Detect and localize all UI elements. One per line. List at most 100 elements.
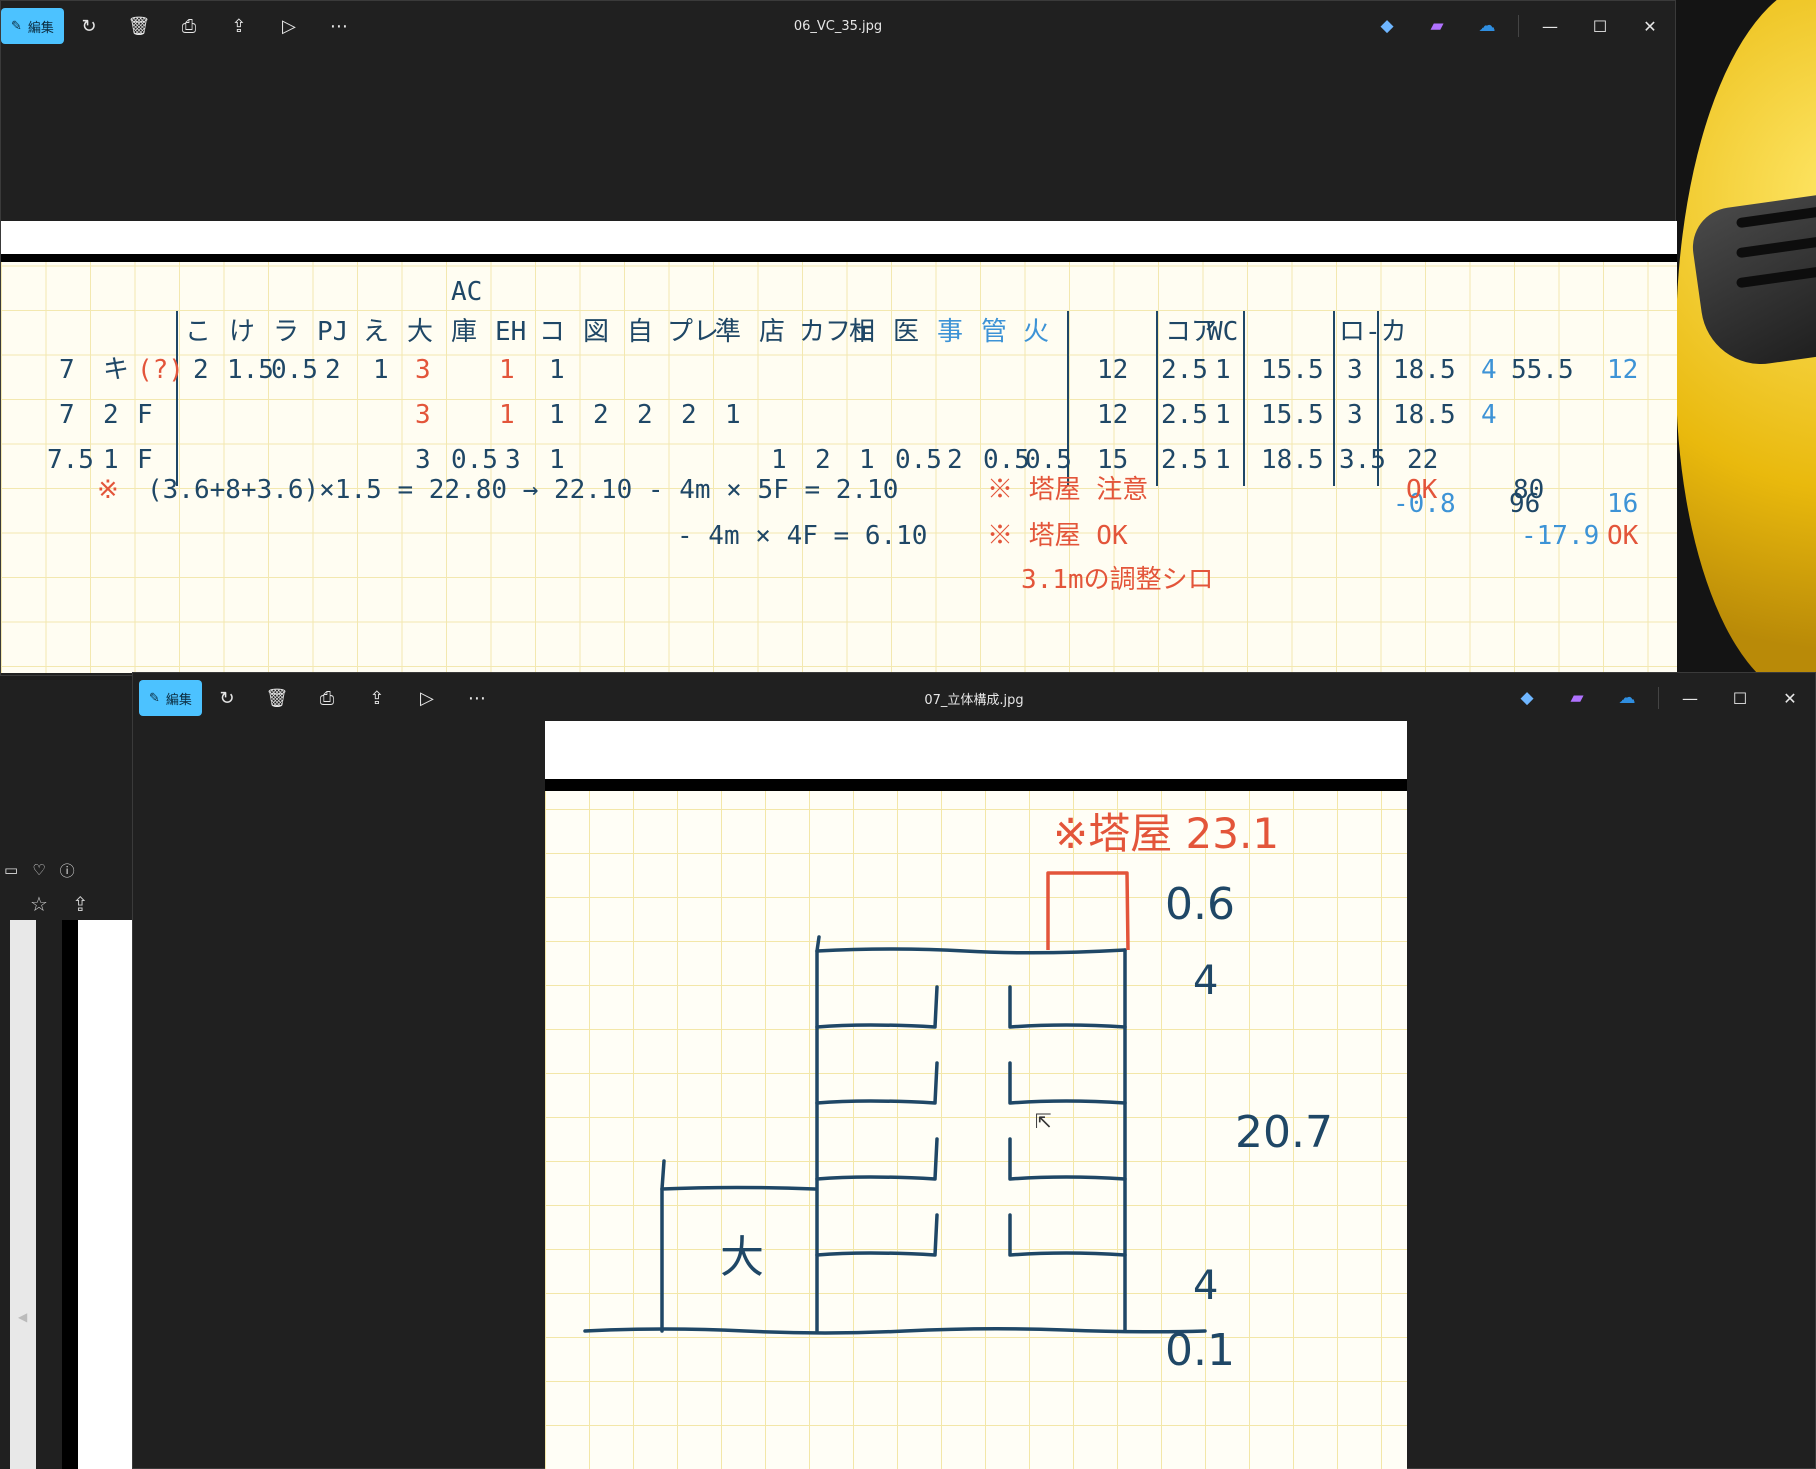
column-header: 店 (759, 317, 786, 347)
column-header: 自 (627, 317, 654, 347)
bracket-line (1156, 311, 1158, 486)
maximize-icon[interactable]: ☐ (1575, 1, 1625, 51)
column-header: 医 (893, 317, 920, 347)
rotate-icon[interactable]: ↻ (202, 680, 252, 716)
table-cell: 0.5 (271, 355, 318, 385)
table-cell: 1 (771, 445, 787, 475)
table-cell: 1 (499, 355, 515, 385)
column-header: 事 (937, 317, 964, 347)
print-icon[interactable]: ⎙ (302, 680, 352, 716)
slideshow-icon[interactable]: ▭ (4, 861, 18, 879)
column-header: け (229, 317, 256, 347)
floor-ledge (815, 985, 939, 1029)
table-cell: 3 (415, 445, 431, 475)
extra-cell: 4 (1481, 355, 1497, 385)
total-cell: 22 (1407, 445, 1439, 475)
favorite-icon[interactable]: ♡ (32, 861, 45, 879)
background-scroll-strip (10, 920, 36, 1469)
ground-line (583, 1326, 1207, 1335)
close-icon[interactable]: ✕ (1765, 673, 1815, 723)
table-cell: 2 (681, 400, 697, 430)
row-label: 1 (103, 445, 119, 475)
print-icon[interactable]: ⎙ (164, 8, 214, 44)
row-label: (?) (137, 355, 184, 385)
share-icon[interactable]: ⇪ (72, 892, 89, 916)
extra-cell: 12 (1607, 355, 1639, 385)
floor-ledge (1008, 1213, 1127, 1257)
rotate-icon[interactable]: ↻ (64, 8, 114, 44)
floor-ledge (1008, 985, 1127, 1029)
delete-icon[interactable]: 🗑 (252, 680, 302, 716)
formula-1-note: ※ 塔屋 注意 (987, 475, 1149, 505)
slideshow-icon[interactable]: ▷ (402, 680, 452, 716)
background-photo (1676, 0, 1816, 672)
column-header: 庫 (451, 317, 478, 347)
table-cell: 0.5 (451, 445, 498, 475)
bracket-line (1333, 311, 1335, 486)
row-label: 7 (59, 400, 75, 430)
window-title: 06_VC_35.jpg (793, 18, 883, 34)
formula-mark: ※ (97, 475, 119, 505)
loka-cell: 3 (1347, 355, 1363, 385)
share-icon[interactable]: ⇪ (352, 680, 402, 716)
loka-cell: 3 (1347, 400, 1363, 430)
core-cell: 1 (1215, 400, 1231, 430)
minimize-icon[interactable]: — (1525, 1, 1575, 51)
edit-button[interactable]: ✎ 編集 (1, 8, 64, 44)
designer-app-icon[interactable]: ◆ (1362, 1, 1412, 51)
notes-image-top: AC こけラ PJ え大庫 EH コ図自プレ準店カフェ相医事管火コア WC ロ-カ 7 キ (?… (1, 221, 1677, 673)
dimension-label: 4 (1193, 958, 1219, 1004)
info-icon[interactable]: ⓘ (60, 860, 75, 881)
clipchamp-app-icon[interactable]: ▰ (1552, 673, 1602, 723)
table-cell: 1 (859, 445, 875, 475)
scroll-left-icon[interactable]: ◀ (18, 1310, 27, 1324)
floor-ledge (815, 1137, 939, 1181)
more-icon[interactable]: ⋯ (452, 680, 502, 716)
clipchamp-app-icon[interactable]: ▰ (1412, 1, 1462, 51)
onedrive-icon[interactable]: ☁ (1462, 1, 1512, 51)
divider (1518, 15, 1519, 37)
table-cell: 1.5 (227, 355, 274, 385)
table-cell: 2 (193, 355, 209, 385)
window-title: 07_立体構成.jpg (924, 692, 1024, 708)
edit-button[interactable]: ✎ 編集 (139, 680, 202, 716)
row-sum: 12 (1097, 355, 1129, 385)
floor-ledge (1008, 1061, 1127, 1105)
adjustment-cell: 16 (1607, 489, 1639, 519)
column-header: WC (1207, 317, 1239, 347)
column-header: 火 (1023, 317, 1050, 347)
section-drawing-image: ※塔屋 23.1 0.6 4 20.7 4 0.1 大 ⇱ (545, 721, 1407, 1469)
column-header: PJ (317, 317, 349, 347)
table-cell: 2 (815, 445, 831, 475)
core-cell: 2.5 (1161, 355, 1208, 385)
image-top-margin (1, 221, 1677, 254)
table-cell: 1 (549, 400, 565, 430)
table-cell: 0.5 (983, 445, 1030, 475)
table-cell: 3 (415, 400, 431, 430)
bracket-line (1243, 311, 1245, 486)
slideshow-icon[interactable]: ▷ (264, 8, 314, 44)
delete-icon[interactable]: 🗑 (114, 8, 164, 44)
designer-app-icon[interactable]: ◆ (1502, 673, 1552, 723)
tall-block-roof (815, 947, 1127, 955)
minimize-icon[interactable]: — (1665, 673, 1715, 723)
star-icon[interactable]: ☆ (30, 892, 48, 916)
column-header: プレ (667, 317, 720, 347)
more-icon[interactable]: ⋯ (314, 8, 364, 44)
column-header: 図 (583, 317, 610, 347)
row-sum: 15 (1097, 445, 1129, 475)
subtotal-cell: 15.5 (1261, 355, 1324, 385)
column-header: 大 (407, 317, 434, 347)
onedrive-icon[interactable]: ☁ (1602, 673, 1652, 723)
penthouse-outline (1046, 871, 1130, 951)
maximize-icon[interactable]: ☐ (1715, 673, 1765, 723)
close-icon[interactable]: ✕ (1625, 1, 1675, 51)
extra-cell: 55.5 (1511, 355, 1574, 385)
floor-ledge (815, 1061, 939, 1105)
core-cell: 1 (1215, 445, 1231, 475)
table-cell: 3 (415, 355, 431, 385)
dimension-label: 20.7 (1235, 1107, 1333, 1158)
share-icon[interactable]: ⇪ (214, 8, 264, 44)
titlebar: ✎ 編集 ↻ 🗑 ⎙ ⇪ ▷ ⋯ 06_VC_35.jpg ◆ ▰ ☁ — ☐ … (1, 1, 1675, 51)
table-cell: 2 (947, 445, 963, 475)
